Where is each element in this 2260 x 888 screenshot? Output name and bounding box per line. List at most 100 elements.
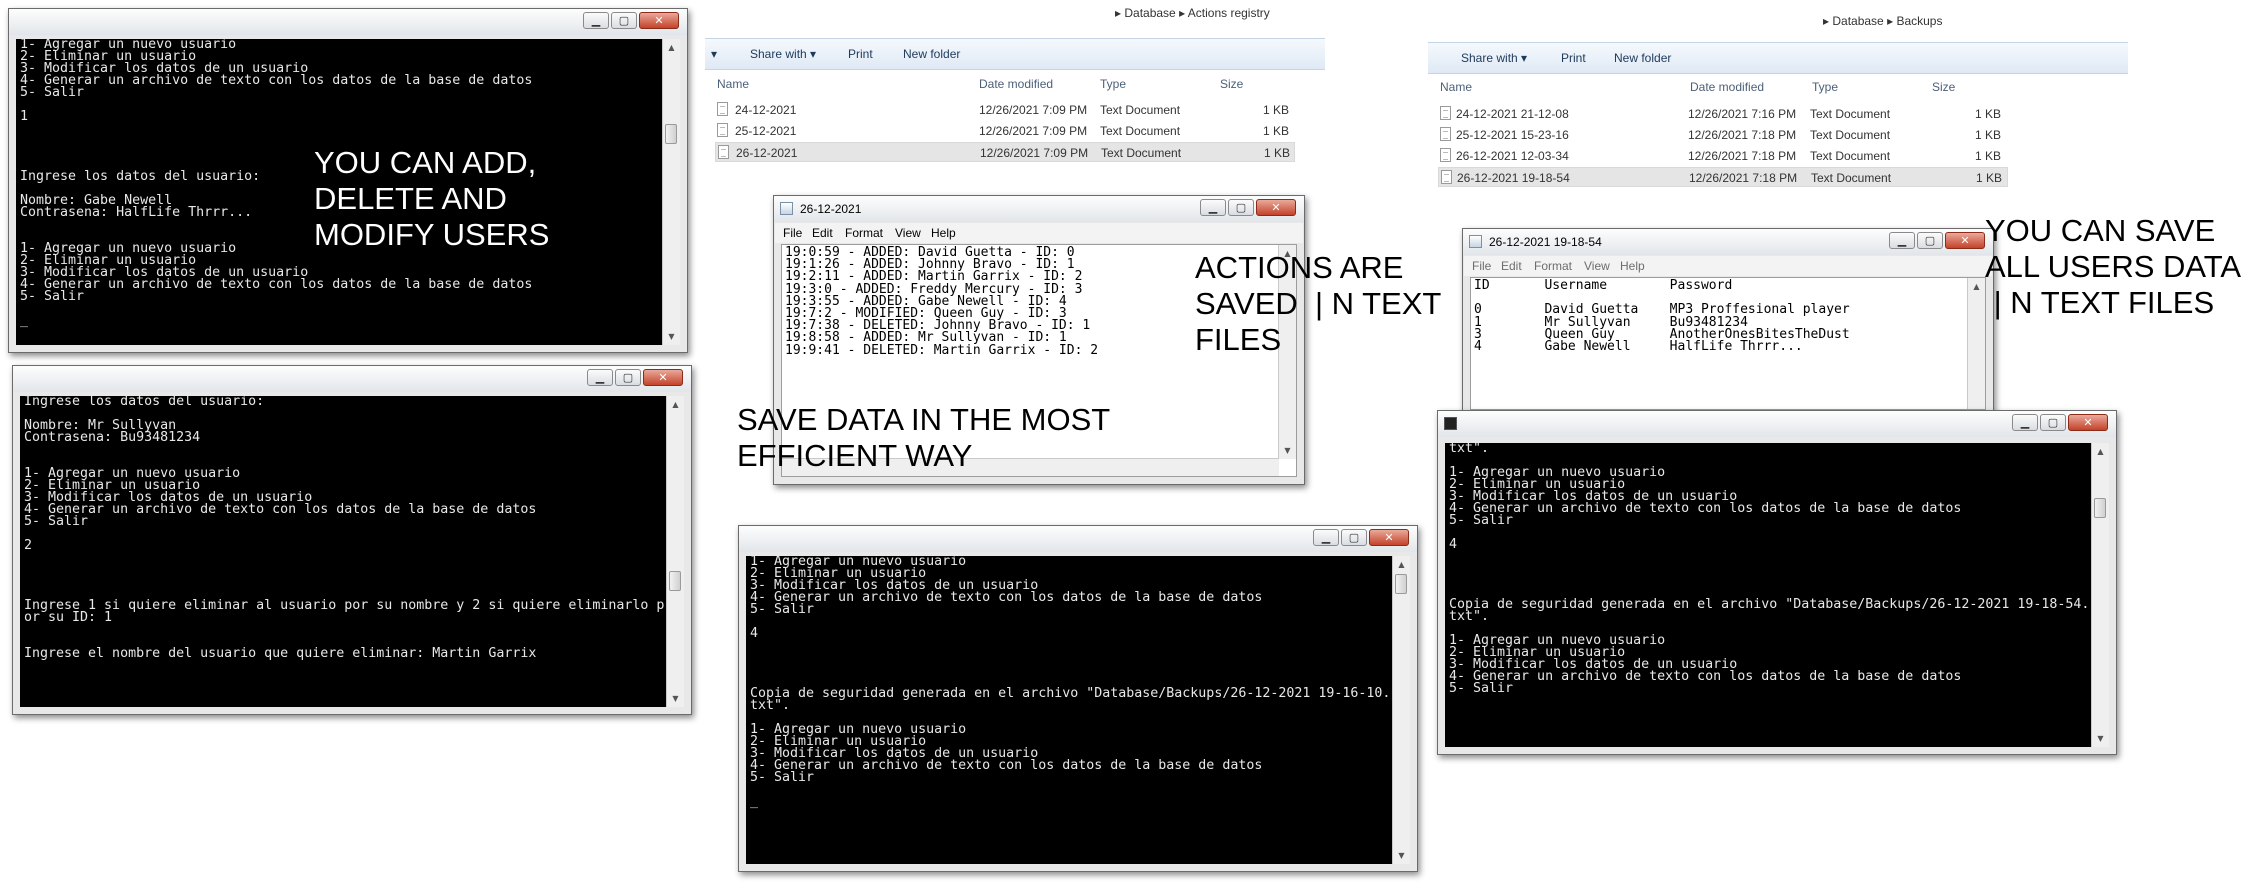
scroll-up-arrow-icon[interactable]: ▲ <box>1968 278 1985 295</box>
file-row[interactable]: 25-12-2021 12/26/2021 7:09 PM Text Docum… <box>715 121 1295 141</box>
console-output[interactable]: Ingrese los datos del usuario: Nombre: M… <box>20 396 684 707</box>
file-size: 1 KB <box>1975 107 2002 121</box>
file-row[interactable]: 26-12-2021 12-03-34 12/26/2021 7:18 PM T… <box>1438 146 2008 166</box>
menu-view[interactable]: View <box>1584 259 1610 273</box>
file-row[interactable]: 26-12-2021 19-18-54 12/26/2021 7:18 PM T… <box>1438 167 2008 187</box>
close-button[interactable]: ✕ <box>1945 232 1985 249</box>
window-title: 26-12-2021 19-18-54 <box>1489 235 1602 249</box>
file-row[interactable]: 24-12-2021 21-12-08 12/26/2021 7:16 PM T… <box>1438 104 2008 124</box>
scroll-down-arrow-icon[interactable]: ▼ <box>1393 847 1410 864</box>
menu-edit[interactable]: Edit <box>1501 259 1522 273</box>
close-button[interactable]: ✕ <box>1369 529 1409 546</box>
text-file-icon <box>1440 148 1451 162</box>
scroll-thumb[interactable] <box>2094 498 2106 518</box>
menu-format[interactable]: Format <box>845 226 883 240</box>
menu-file[interactable]: File <box>783 226 802 240</box>
scroll-down-arrow-icon[interactable]: ▼ <box>2092 730 2109 747</box>
console-output[interactable]: txt". 1- Agregar un nuevo usuario 2- Eli… <box>1445 443 2109 747</box>
scroll-thumb[interactable] <box>1395 574 1407 594</box>
menu-format[interactable]: Format <box>1534 259 1572 273</box>
file-type: Text Document <box>1810 149 1891 163</box>
share-with-button[interactable]: Share with ▾ <box>750 47 816 61</box>
column-header-name[interactable]: Name <box>1440 80 1472 94</box>
title-bar[interactable]: ▁ ▢ ✕ <box>1438 411 2116 437</box>
vertical-scrollbar[interactable]: ▲ ▼ <box>662 39 680 345</box>
breadcrumb-item[interactable]: Actions registry <box>1188 6 1270 20</box>
title-bar[interactable]: ▁ ▢ ✕ <box>13 366 691 392</box>
title-bar[interactable]: 26-12-2021 19-18-54 ▁ ▢ ✕ <box>1463 229 1993 255</box>
vertical-scrollbar[interactable]: ▲ <box>1967 278 1985 409</box>
print-button[interactable]: Print <box>1561 51 1586 65</box>
file-row[interactable]: 26-12-2021 12/26/2021 7:09 PM Text Docum… <box>715 142 1295 162</box>
scroll-down-arrow-icon[interactable]: ▼ <box>663 328 680 345</box>
scroll-down-arrow-icon[interactable]: ▼ <box>1279 442 1296 459</box>
scroll-thumb[interactable] <box>665 124 677 144</box>
new-folder-button[interactable]: New folder <box>1614 51 1671 65</box>
column-header-date[interactable]: Date modified <box>1690 80 1764 94</box>
breadcrumb-item[interactable]: Backups <box>1896 14 1942 28</box>
close-button[interactable]: ✕ <box>1256 199 1296 216</box>
maximize-button[interactable]: ▢ <box>2040 414 2066 431</box>
minimize-button[interactable]: ▁ <box>1200 199 1226 216</box>
menu-view[interactable]: View <box>895 226 921 240</box>
close-button[interactable]: ✕ <box>643 369 683 386</box>
menu-help[interactable]: Help <box>1620 259 1645 273</box>
scroll-up-arrow-icon[interactable]: ▲ <box>1393 556 1410 573</box>
breadcrumb[interactable]: ▸ Database ▸ Backups <box>1823 14 1942 28</box>
breadcrumb-item[interactable]: Database <box>1124 6 1175 20</box>
scroll-down-arrow-icon[interactable]: ▼ <box>667 690 684 707</box>
text-file-icon <box>717 102 728 116</box>
menu-file[interactable]: File <box>1472 259 1491 273</box>
minimize-button[interactable]: ▁ <box>2012 414 2038 431</box>
scroll-up-arrow-icon[interactable]: ▲ <box>663 39 680 56</box>
maximize-button[interactable]: ▢ <box>1341 529 1367 546</box>
vertical-scrollbar[interactable]: ▲ ▼ <box>666 396 684 707</box>
maximize-button[interactable]: ▢ <box>615 369 641 386</box>
scroll-up-arrow-icon[interactable]: ▲ <box>667 396 684 413</box>
minimize-button[interactable]: ▁ <box>583 12 609 29</box>
menu-help[interactable]: Help <box>931 226 956 240</box>
file-size: 1 KB <box>1976 171 2003 185</box>
new-folder-button[interactable]: New folder <box>903 47 960 61</box>
title-bar[interactable]: ▁ ▢ ✕ <box>739 526 1417 552</box>
column-header-type[interactable]: Type <box>1100 77 1126 91</box>
column-header-name[interactable]: Name <box>717 77 749 91</box>
file-name: 26-12-2021 19-18-54 <box>1457 171 1570 185</box>
console-icon <box>1444 417 1457 430</box>
minimize-button[interactable]: ▁ <box>587 369 613 386</box>
notepad-icon <box>780 202 793 215</box>
collapse-arrow-icon[interactable]: ▾ <box>711 47 717 61</box>
title-bar[interactable]: ▁ ▢ ✕ <box>9 9 687 35</box>
column-header-type[interactable]: Type <box>1812 80 1838 94</box>
file-row[interactable]: 24-12-2021 12/26/2021 7:09 PM Text Docum… <box>715 100 1295 120</box>
maximize-button[interactable]: ▢ <box>1228 199 1254 216</box>
menu-edit[interactable]: Edit <box>812 226 833 240</box>
close-button[interactable]: ✕ <box>2068 414 2108 431</box>
close-button[interactable]: ✕ <box>639 12 679 29</box>
file-row[interactable]: 25-12-2021 15-23-16 12/26/2021 7:18 PM T… <box>1438 125 2008 145</box>
maximize-button[interactable]: ▢ <box>1917 232 1943 249</box>
print-button[interactable]: Print <box>848 47 873 61</box>
notepad-window-backup: 26-12-2021 19-18-54 ▁ ▢ ✕ File Edit Form… <box>1462 228 1994 418</box>
title-bar[interactable]: 26-12-2021 ▁ ▢ ✕ <box>774 196 1304 222</box>
column-header-size[interactable]: Size <box>1932 80 1955 94</box>
notepad-icon <box>1469 235 1482 248</box>
minimize-button[interactable]: ▁ <box>1889 232 1915 249</box>
explorer-backups: ▸ Database ▸ Backups Share with ▾ Print … <box>1428 0 2128 195</box>
console-text: Ingrese los datos del usuario: Nombre: M… <box>24 396 665 661</box>
text-editor[interactable]: ID Username Password 0 David Guetta MP3 … <box>1470 277 1986 410</box>
breadcrumb-item[interactable]: Database <box>1832 14 1883 28</box>
breadcrumb[interactable]: ▸ Database ▸ Actions registry <box>1115 6 1270 20</box>
vertical-scrollbar[interactable]: ▲ ▼ <box>2091 443 2109 747</box>
column-header-date[interactable]: Date modified <box>979 77 1053 91</box>
column-header-size[interactable]: Size <box>1220 77 1243 91</box>
console-output[interactable]: 1- Agregar un nuevo usuario 2- Eliminar … <box>746 556 1410 864</box>
maximize-button[interactable]: ▢ <box>611 12 637 29</box>
share-with-button[interactable]: Share with ▾ <box>1461 51 1527 65</box>
scroll-up-arrow-icon[interactable]: ▲ <box>2092 443 2109 460</box>
scroll-thumb[interactable] <box>669 571 681 591</box>
file-name: 26-12-2021 <box>736 146 798 160</box>
file-name: 25-12-2021 15-23-16 <box>1456 128 1569 142</box>
vertical-scrollbar[interactable]: ▲ ▼ <box>1392 556 1410 864</box>
minimize-button[interactable]: ▁ <box>1313 529 1339 546</box>
